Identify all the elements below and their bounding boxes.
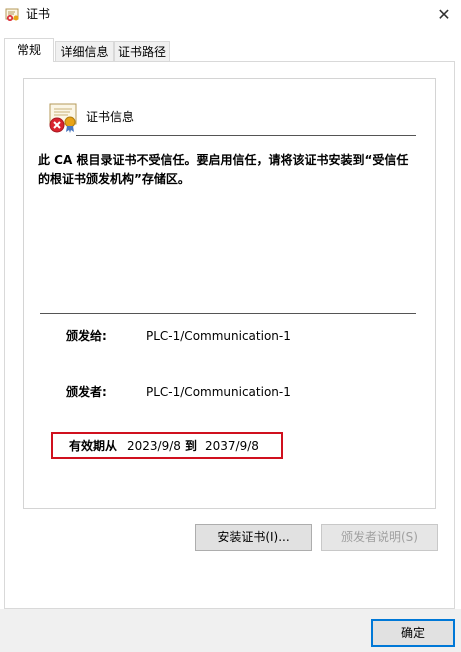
issuer-statement-button: 颁发者说明(S) <box>321 524 438 551</box>
trust-warning-text: 此 CA 根目录证书不受信任。要启用信任，请将该证书安装到“受信任的根证书颁发机… <box>38 153 409 186</box>
issued-by-label: 颁发者: <box>66 385 107 399</box>
tab-general[interactable]: 常规 <box>4 38 54 62</box>
valid-from-label: 有效期从 <box>69 439 118 453</box>
general-tab-panel: 证书信息 此 CA 根目录证书不受信任。要启用信任，请将该证书安装到“受信任的根… <box>4 61 455 609</box>
valid-to-label: 到 <box>185 439 198 453</box>
valid-to-value: 2037/9/8 <box>205 439 259 453</box>
ok-button[interactable]: 确定 <box>371 619 455 647</box>
certificate-icon <box>5 7 21 23</box>
divider <box>76 135 416 136</box>
issued-by-value: PLC-1/Communication-1 <box>146 385 291 399</box>
close-button[interactable]: ✕ <box>432 4 456 26</box>
issued-to-value: PLC-1/Communication-1 <box>146 329 291 343</box>
title-bar <box>0 0 461 30</box>
tab-certification-path[interactable]: 证书路径 <box>114 41 170 61</box>
divider <box>40 313 416 314</box>
certificate-info-box: 证书信息 此 CA 根目录证书不受信任。要启用信任，请将该证书安装到“受信任的根… <box>23 78 436 509</box>
close-icon: ✕ <box>437 5 451 24</box>
certificate-error-icon <box>46 101 80 135</box>
validity-period-highlight: 有效期从 2023/9/8 到 2037/9/8 <box>51 432 283 459</box>
tab-details[interactable]: 详细信息 <box>55 41 114 61</box>
install-certificate-button[interactable]: 安装证书(I)... <box>195 524 312 551</box>
valid-from-value: 2023/9/8 <box>127 439 181 453</box>
issued-to-label: 颁发给: <box>66 329 107 343</box>
window-title: 证书 <box>26 7 51 21</box>
certificate-info-heading: 证书信息 <box>86 110 135 124</box>
